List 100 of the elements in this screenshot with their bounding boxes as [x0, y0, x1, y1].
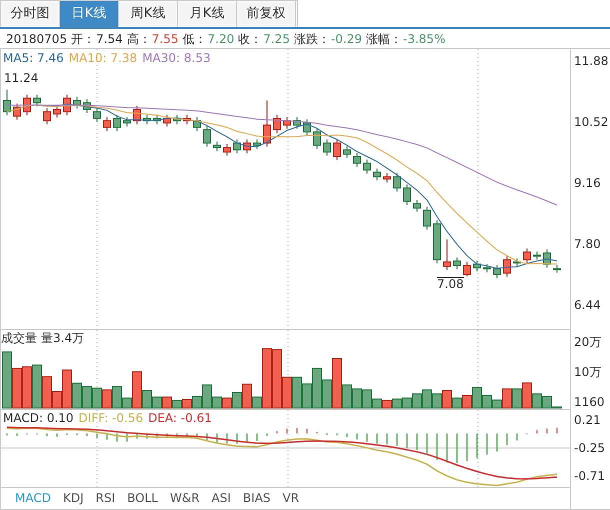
candlestick: [543, 248, 551, 268]
candlestick: [393, 172, 401, 192]
volume-bar: [82, 386, 92, 408]
candlestick: [253, 139, 261, 150]
indicator-tab[interactable]: VR: [282, 488, 300, 506]
candlestick: [453, 256, 461, 270]
candlestick: [403, 184, 411, 206]
candlestick: [243, 139, 251, 154]
volume-bar: [512, 388, 522, 408]
volume-bar: [182, 398, 192, 408]
candlestick: [83, 98, 91, 114]
quote-value: -3.85%: [403, 30, 446, 48]
candlestick: [373, 168, 381, 181]
quote-value: 7.55: [152, 30, 179, 48]
volume-title: 成交量: [1, 331, 37, 345]
candlestick: [103, 116, 111, 132]
axis-label: 20万: [574, 335, 602, 349]
moving-average-legend: MA30: 8.53: [142, 51, 211, 65]
low-price-label: 7.08: [437, 277, 464, 291]
candlestick: [323, 139, 331, 156]
candlestick: [183, 114, 191, 125]
high-price-label: 11.24: [3, 72, 38, 85]
candlestick: [13, 103, 21, 120]
candlestick: [463, 261, 471, 277]
axis-label: -0.71: [574, 469, 606, 483]
candlestick: [413, 200, 421, 212]
volume-bar: [32, 364, 42, 408]
volume-bar: [22, 366, 32, 408]
axis-label: 9.16: [574, 176, 602, 190]
candlestick: [273, 114, 281, 134]
candlestick: [213, 141, 221, 152]
candlestick: [93, 108, 101, 122]
axis-label: 1160: [574, 395, 606, 409]
moving-average-legend: MA10: 7.38: [68, 51, 138, 65]
candlestick: [53, 105, 61, 118]
candlestick: [43, 108, 51, 125]
axis-label: 10.52: [574, 115, 610, 129]
candlestick: [153, 114, 161, 125]
candlestick: [343, 146, 351, 158]
candlestick: [173, 114, 181, 125]
indicator-tab[interactable]: BOLL: [127, 488, 158, 506]
volume-bar: [12, 368, 22, 408]
candlestick: [63, 94, 71, 116]
candlestick: [523, 248, 531, 264]
quote-label: 涨跌：: [294, 30, 330, 48]
candlestick: [383, 172, 391, 184]
volume-bar: [402, 398, 412, 408]
indicator-tab[interactable]: KDJ: [62, 488, 84, 506]
indicator-tab[interactable]: BIAS: [242, 488, 271, 506]
quote-value: -0.29: [330, 30, 362, 48]
indicator-tab[interactable]: ASI: [212, 488, 231, 506]
quote-value: 7.54: [96, 30, 123, 48]
candlestick: [493, 264, 501, 279]
quote-value: 7.25: [263, 30, 290, 48]
candlestick: [513, 258, 521, 267]
candlestick: [423, 206, 431, 230]
candlestick: [113, 114, 121, 132]
candlestick: [133, 105, 141, 125]
volume-bar: [102, 389, 112, 408]
candlestick: [233, 139, 241, 154]
volume-bar: [392, 398, 402, 408]
candlestick: [503, 256, 511, 278]
candlestick: [353, 152, 361, 168]
candlestick: [263, 100, 271, 148]
quote-value: 7.20: [208, 30, 234, 48]
axis-label: 11.88: [574, 54, 610, 68]
indicator-tab[interactable]: RSI: [96, 488, 116, 506]
candlestick: [433, 220, 441, 264]
candlestick: [203, 126, 211, 148]
chart-tab[interactable]: 日K线: [60, 1, 119, 27]
quote-label: 收：: [238, 30, 262, 48]
axis-label: 6.44: [574, 298, 602, 312]
moving-average-legend: MA5: 7.46: [3, 51, 64, 65]
candlestick: [123, 116, 131, 127]
quote-label: 高：: [126, 30, 151, 48]
axis-label: -0.25: [574, 441, 606, 455]
volume-bar: [432, 393, 442, 408]
quote-date: 20180705: [6, 30, 68, 48]
candlestick: [223, 143, 231, 156]
candlestick: [363, 159, 371, 174]
candlestick: [283, 116, 291, 130]
quote-label: 低：: [182, 30, 207, 48]
candlestick: [443, 239, 451, 270]
candlestick: [143, 114, 151, 125]
candlestick: [533, 251, 541, 260]
quote-label: 开：: [71, 30, 96, 48]
candlestick: [313, 128, 321, 150]
macd-legend: DIFF: -0.56: [78, 411, 144, 425]
quote-label: 涨幅：: [366, 30, 402, 48]
macd-legend: MACD: 0.10: [3, 411, 74, 425]
axis-label: 0.21: [574, 413, 602, 427]
volume-bar: [292, 376, 302, 408]
volume-value: 量3.4万: [41, 331, 84, 345]
volume-bar: [352, 388, 362, 408]
indicator-tab[interactable]: W&R: [170, 488, 200, 506]
candlestick: [553, 264, 561, 274]
axis-label: 10万: [574, 365, 602, 379]
candlestick: [33, 94, 41, 107]
volume-bar: [382, 400, 392, 408]
candlestick: [163, 114, 171, 127]
